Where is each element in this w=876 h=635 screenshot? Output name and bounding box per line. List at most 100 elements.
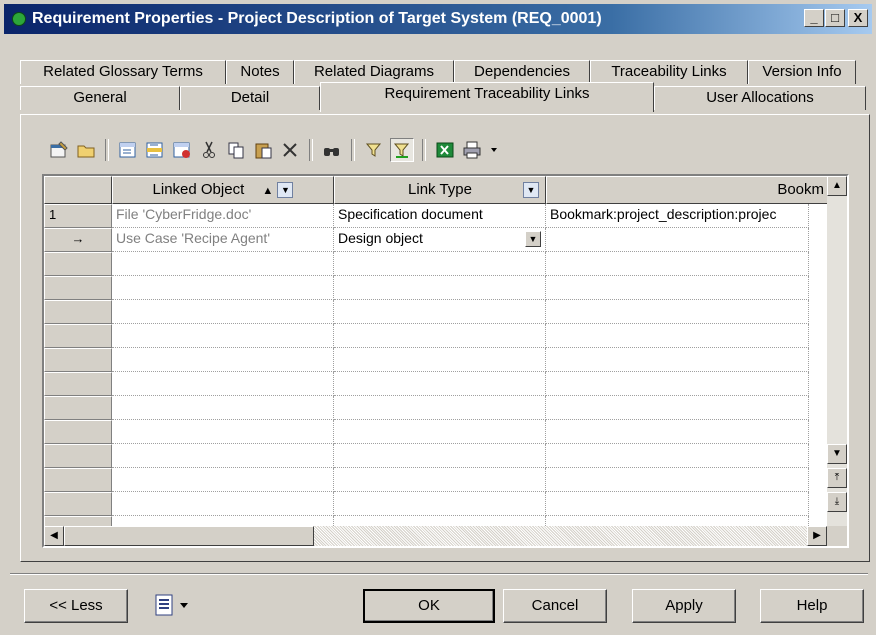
grid-cell-bookmark[interactable]: [546, 444, 809, 468]
minimize-button[interactable]: _: [804, 9, 824, 27]
row-header[interactable]: [44, 396, 112, 420]
row-header[interactable]: [44, 324, 112, 348]
less-button[interactable]: << Less: [24, 589, 128, 623]
grid-cell-bookmark[interactable]: [546, 252, 809, 276]
grid-cell-linked-object[interactable]: [112, 492, 334, 516]
grid-cell-linked-object[interactable]: File 'CyberFridge.doc': [112, 204, 334, 228]
grid-cell-link-type[interactable]: Specification document: [334, 204, 546, 228]
grid-cell-linked-object[interactable]: [112, 252, 334, 276]
grid-cell-linked-object[interactable]: [112, 468, 334, 492]
grid-cell-linked-object[interactable]: [112, 324, 334, 348]
column-header-linked-object[interactable]: Linked Object ▲ ▼: [112, 176, 334, 204]
tab-version-info[interactable]: Version Info: [748, 60, 856, 84]
tab-notes[interactable]: Notes: [226, 60, 294, 84]
open-folder-icon[interactable]: [75, 139, 97, 161]
scroll-up-icon[interactable]: ▲: [827, 176, 847, 196]
grid-cell-link-type[interactable]: [334, 396, 546, 420]
scroll-thumb[interactable]: [64, 526, 314, 546]
grid-cell-bookmark[interactable]: [546, 228, 809, 252]
scroll-right-icon[interactable]: ▶: [807, 526, 827, 546]
tab-requirement-traceability-links[interactable]: Requirement Traceability Links: [320, 82, 654, 112]
title-bar[interactable]: Requirement Properties - Project Descrip…: [4, 4, 872, 34]
grid-cell-bookmark[interactable]: [546, 300, 809, 324]
filter-dropdown-icon[interactable]: ▼: [523, 182, 539, 198]
grid-cell-link-type[interactable]: [334, 276, 546, 300]
row-header[interactable]: [44, 300, 112, 324]
grid-cell-link-type[interactable]: [334, 420, 546, 444]
cut-icon[interactable]: [198, 139, 220, 161]
excel-export-icon[interactable]: [434, 139, 456, 161]
scroll-left-icon[interactable]: ◀: [44, 526, 64, 546]
print-icon[interactable]: [461, 139, 483, 161]
grid-cell-linked-object[interactable]: [112, 372, 334, 396]
tab-detail[interactable]: Detail: [180, 86, 320, 110]
grid-cell-link-type[interactable]: Design object ▼: [334, 228, 546, 252]
ok-button[interactable]: OK: [363, 589, 495, 623]
close-button[interactable]: X: [848, 9, 868, 27]
grid-cell-bookmark[interactable]: [546, 372, 809, 396]
grid-cell-bookmark[interactable]: [546, 396, 809, 420]
find-icon[interactable]: [321, 139, 343, 161]
grid-cell-bookmark[interactable]: Bookmark:project_description:projec: [546, 204, 809, 228]
row-header[interactable]: →: [44, 228, 112, 252]
grid-cell-bookmark[interactable]: [546, 492, 809, 516]
tab-general[interactable]: General: [20, 86, 180, 110]
delete-icon[interactable]: [279, 139, 301, 161]
grid-cell-link-type[interactable]: [334, 300, 546, 324]
row-header[interactable]: [44, 420, 112, 444]
row-header[interactable]: [44, 444, 112, 468]
row-header[interactable]: 1: [44, 204, 112, 228]
add-row-icon[interactable]: [117, 139, 139, 161]
grid-cell-linked-object[interactable]: [112, 300, 334, 324]
tab-dependencies[interactable]: Dependencies: [454, 60, 590, 84]
add-objects-icon[interactable]: [171, 139, 193, 161]
grid-cell-bookmark[interactable]: [546, 276, 809, 300]
vertical-scrollbar[interactable]: ▲ ▼ ⤒ ⤓: [827, 176, 847, 528]
dropdown-icon[interactable]: [488, 139, 500, 161]
scroll-bottom-icon[interactable]: ⤓: [827, 492, 847, 512]
apply-button[interactable]: Apply: [632, 589, 736, 623]
row-header[interactable]: [44, 468, 112, 492]
grid-cell-linked-object[interactable]: [112, 396, 334, 420]
tab-user-allocations[interactable]: User Allocations: [654, 86, 866, 110]
grid-cell-linked-object[interactable]: Use Case 'Recipe Agent': [112, 228, 334, 252]
link-type-dropdown-icon[interactable]: ▼: [525, 231, 541, 247]
grid-cell-linked-object[interactable]: [112, 444, 334, 468]
grid-cell-link-type[interactable]: [334, 348, 546, 372]
grid-cell-bookmark[interactable]: [546, 420, 809, 444]
copy-icon[interactable]: [225, 139, 247, 161]
grid-cell-bookmark[interactable]: [546, 468, 809, 492]
tab-related-glossary-terms[interactable]: Related Glossary Terms: [20, 60, 226, 84]
row-header[interactable]: [44, 276, 112, 300]
grid-cell-link-type[interactable]: [334, 324, 546, 348]
row-header[interactable]: [44, 348, 112, 372]
tab-traceability-links[interactable]: Traceability Links: [590, 60, 748, 84]
grid-cell-link-type[interactable]: [334, 372, 546, 396]
print-options-button[interactable]: [142, 589, 200, 623]
filter-icon[interactable]: [363, 139, 385, 161]
paste-icon[interactable]: [252, 139, 274, 161]
horizontal-scrollbar[interactable]: ◀ ▶: [44, 526, 827, 546]
scroll-down-icon[interactable]: ▼: [827, 444, 847, 464]
row-header[interactable]: [44, 252, 112, 276]
column-header-link-type[interactable]: Link Type ▼: [334, 176, 546, 204]
grid-cell-bookmark[interactable]: [546, 324, 809, 348]
grid-cell-link-type[interactable]: [334, 468, 546, 492]
grid-cell-linked-object[interactable]: [112, 348, 334, 372]
grid-cell-link-type[interactable]: [334, 492, 546, 516]
grid-cell-link-type[interactable]: [334, 252, 546, 276]
row-header[interactable]: [44, 492, 112, 516]
grid-cell-bookmark[interactable]: [546, 348, 809, 372]
traceability-grid[interactable]: Linked Object ▲ ▼ Link Type ▼ Bookm 1 Fil…: [42, 174, 849, 548]
grid-cell-linked-object[interactable]: [112, 276, 334, 300]
column-header-bookmark[interactable]: Bookm: [546, 176, 829, 204]
scroll-top-icon[interactable]: ⤒: [827, 468, 847, 488]
properties-icon[interactable]: [48, 139, 70, 161]
grid-cell-link-type[interactable]: [334, 444, 546, 468]
tab-related-diagrams[interactable]: Related Diagrams: [294, 60, 454, 84]
help-button[interactable]: Help: [760, 589, 864, 623]
row-header[interactable]: [44, 372, 112, 396]
cancel-button[interactable]: Cancel: [503, 589, 607, 623]
filter-active-icon[interactable]: [390, 138, 414, 162]
grid-cell-linked-object[interactable]: [112, 420, 334, 444]
